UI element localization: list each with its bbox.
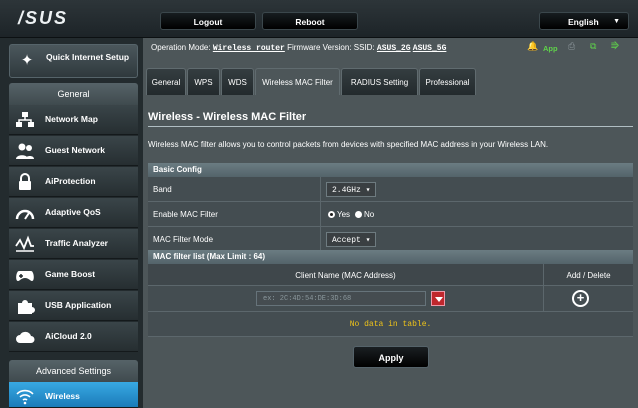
puzzle-icon (18, 300, 35, 314)
operation-mode-label: Operation Mode: (151, 43, 211, 52)
notification-bell-icon[interactable]: 🔔 (527, 41, 538, 52)
asus-logo: /SUS (18, 8, 69, 28)
enable-yes-radio[interactable]: Yes (328, 210, 350, 219)
page-title: Wireless - Wireless MAC Filter (148, 111, 307, 123)
ssid-label: SSID: (353, 43, 375, 52)
add-icon[interactable]: + (572, 290, 589, 307)
sidebar-item-label: AiCloud 2.0 (45, 331, 92, 341)
reboot-button[interactable]: Reboot (262, 12, 358, 30)
mac-address-input[interactable]: ex: 2C:4D:54:DE:3D:68 (256, 291, 426, 306)
chevron-down-icon: ▾ (365, 236, 371, 245)
sidebar: ✦ Quick Internet Setup General Network M… (0, 38, 143, 408)
radio-selected-icon (328, 211, 335, 218)
tab-wds[interactable]: WDS (221, 68, 254, 95)
row-divider (320, 227, 321, 252)
page-description: Wireless MAC filter allows you to contro… (148, 140, 549, 149)
band-select[interactable]: 2.4GHz ▾ (326, 182, 377, 197)
mac-table-head: Client Name (MAC Address) Add / Delete (148, 264, 633, 286)
sidebar-item-usb-application[interactable]: USB Application (9, 291, 138, 321)
sidebar-item-label: Traffic Analyzer (45, 238, 108, 248)
sidebar-item-guest-network[interactable]: Guest Network (9, 136, 138, 166)
basic-config-header: Basic Config (148, 163, 633, 177)
chevron-down-icon: ▾ (365, 186, 371, 195)
title-divider (148, 126, 633, 127)
ssid-5g-link[interactable]: ASUS_5G (413, 44, 447, 53)
wand-icon: ✦ (20, 52, 34, 69)
action-column-header: Add / Delete (566, 271, 611, 280)
enable-no-radio[interactable]: No (355, 210, 374, 219)
gamepad-icon (16, 271, 34, 281)
client-list-dropdown[interactable] (431, 291, 445, 306)
radio-unselected-icon (355, 211, 362, 218)
quick-internet-setup-button[interactable]: ✦ Quick Internet Setup (9, 44, 138, 78)
usb-icon[interactable]: ⭆ (611, 41, 619, 52)
sidebar-item-aiprotection[interactable]: AiProtection (9, 167, 138, 197)
mac-list-header: MAC filter list (Max Limit : 64) (148, 250, 633, 264)
sidebar-item-label: Network Map (45, 114, 98, 124)
sidebar-item-label: USB Application (45, 300, 112, 310)
mac-filter-mode-label: MAC Filter Mode (153, 235, 214, 244)
language-label: English (568, 17, 599, 27)
sidebar-item-game-boost[interactable]: Game Boost (9, 260, 138, 290)
client-column-header: Client Name (MAC Address) (295, 271, 396, 280)
sidebar-item-label: Wireless (45, 391, 80, 401)
qis-label: Quick Internet Setup (46, 52, 130, 62)
logout-button[interactable]: Logout (160, 12, 256, 30)
band-label: Band (153, 185, 172, 194)
operation-mode-link[interactable]: Wireless router (213, 44, 285, 53)
empty-table-message: No data in table. (148, 312, 633, 337)
chevron-down-icon: ▼ (613, 18, 620, 25)
sidebar-item-aicloud[interactable]: AiCloud 2.0 (9, 322, 138, 352)
tab-radius-setting[interactable]: RADIUS Setting (341, 68, 418, 95)
language-select[interactable]: English ▼ (539, 12, 629, 30)
ssid-2g-link[interactable]: ASUS_2G (377, 44, 411, 53)
advanced-settings-header: Advanced Settings (9, 360, 138, 382)
printer-icon[interactable]: ⎙ (568, 41, 575, 52)
status-line: Operation Mode: Wireless router Firmware… (151, 43, 446, 53)
sidebar-item-label: Guest Network (45, 145, 105, 155)
network-map-icon (16, 112, 34, 127)
top-bar: /SUS Logout Reboot English ▼ (0, 0, 638, 38)
tab-general[interactable]: General (146, 68, 186, 95)
general-header: General (9, 83, 138, 105)
band-row: Band 2.4GHz ▾ (148, 177, 633, 202)
sidebar-item-network-map[interactable]: Network Map (9, 105, 138, 135)
yes-label: Yes (337, 210, 351, 219)
tab-professional[interactable]: Professional (419, 68, 476, 95)
gauge-icon (15, 209, 35, 220)
content-area: Wireless - Wireless MAC Filter Wireless … (143, 95, 638, 408)
sidebar-item-label: AiProtection (45, 176, 96, 186)
traffic-analyzer-icon (15, 235, 34, 252)
tab-wps[interactable]: WPS (187, 68, 220, 95)
mac-filter-mode-row: MAC Filter Mode Accept ▾ (148, 227, 633, 252)
enable-mac-filter-label: Enable MAC Filter (153, 210, 218, 219)
app-link[interactable]: App (543, 44, 558, 53)
sidebar-item-label: Game Boost (45, 269, 96, 279)
sidebar-item-adaptive-qos[interactable]: Adaptive QoS (9, 198, 138, 228)
no-label: No (364, 210, 375, 219)
firmware-label: Firmware Version: (287, 43, 352, 52)
tab-wireless-mac-filter[interactable]: Wireless MAC Filter (255, 68, 340, 95)
row-divider (320, 202, 321, 227)
cloud-icon (16, 331, 35, 343)
guest-network-icon (16, 143, 34, 159)
lock-icon (19, 173, 31, 190)
mode-value: Accept (332, 236, 361, 245)
wifi-icon (16, 389, 34, 405)
mac-filter-mode-select[interactable]: Accept ▾ (326, 232, 377, 247)
sidebar-item-label: Adaptive QoS (45, 207, 101, 217)
row-divider (320, 177, 321, 202)
devices-icon[interactable]: ⧉ (590, 41, 596, 52)
sidebar-item-traffic-analyzer[interactable]: Traffic Analyzer (9, 229, 138, 259)
mac-input-row: ex: 2C:4D:54:DE:3D:68 + (148, 286, 633, 312)
sidebar-item-wireless[interactable]: Wireless (9, 382, 138, 408)
main-panel: Operation Mode: Wireless router Firmware… (143, 38, 638, 408)
column-divider (543, 286, 544, 312)
enable-mac-filter-row: Enable MAC Filter Yes No (148, 202, 633, 227)
apply-button[interactable]: Apply (353, 346, 429, 368)
band-value: 2.4GHz (332, 186, 361, 195)
